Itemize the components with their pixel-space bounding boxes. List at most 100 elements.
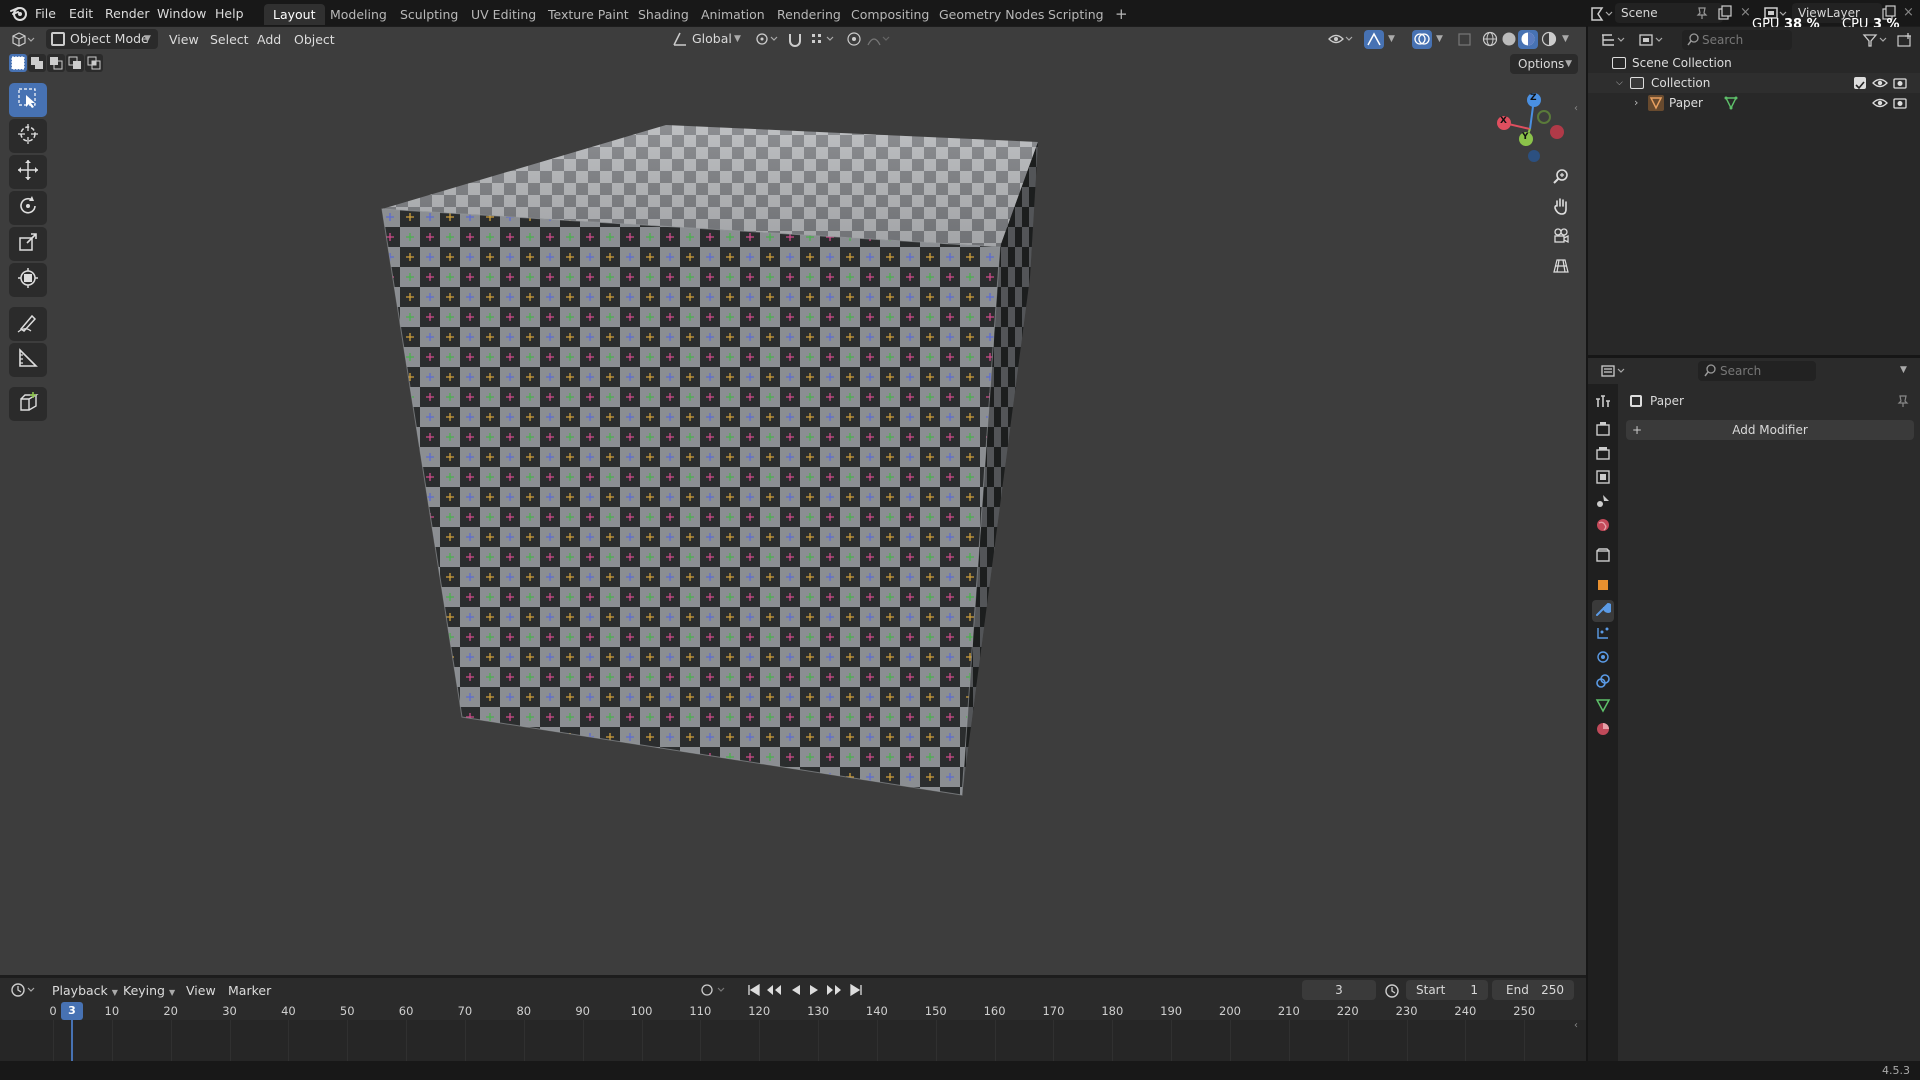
chevron-down-icon[interactable]: ▼ [1436,31,1443,48]
select-intersect-icon[interactable] [85,54,103,72]
tab-scene[interactable] [1592,492,1614,514]
orientation-dropdown[interactable]: Global ▼ [670,29,746,49]
menu-select[interactable]: Select [210,30,249,49]
display-mode-icon[interactable] [1638,32,1666,49]
play-icon[interactable] [807,983,821,1001]
tab-world[interactable] [1592,516,1614,538]
select-invert-icon[interactable] [66,54,84,72]
3d-viewport[interactable]: Object Mode ▼ View Select Add Object Glo… [0,27,1586,975]
snap-icon[interactable] [786,31,804,48]
pin-icon[interactable] [1896,394,1910,412]
visibility-icon[interactable] [1328,31,1354,48]
mesh-data-icon[interactable] [1724,96,1738,116]
exclude-checkbox[interactable] [1854,77,1866,90]
tab-output[interactable] [1592,444,1614,466]
scene-icon[interactable] [1588,4,1614,23]
tab-physics[interactable] [1592,648,1614,670]
annotate-tool[interactable] [9,307,47,341]
tab-animation[interactable]: Animation [692,4,774,25]
jump-start-icon[interactable] [747,983,761,1001]
menu-add[interactable]: Add [257,30,281,49]
measure-tool[interactable] [9,343,47,377]
rendered-shading-icon[interactable] [1540,31,1558,48]
tab-object[interactable] [1592,576,1614,598]
tab-particles[interactable] [1592,624,1614,646]
tab-rendering[interactable]: Rendering [768,4,850,25]
menu-view[interactable]: View [169,30,199,49]
menu-render[interactable]: Render [105,4,150,23]
gizmo-toggle-icon[interactable] [1364,30,1384,49]
tab-layout[interactable]: Layout [264,4,325,25]
new-collection-icon[interactable] [1896,32,1914,49]
timeline-sidebar-toggle-icon[interactable]: ‹ [1574,1020,1578,1031]
chevron-down-icon[interactable]: ▼ [1900,362,1907,379]
editor-type-icon[interactable] [10,31,36,48]
overlays-icon[interactable] [1412,30,1432,49]
add-modifier-button[interactable]: + Add Modifier [1626,420,1914,440]
transform-tool[interactable] [9,263,47,297]
frame-ruler[interactable]: 0 10 20 30 40 50 60 70 80 90 100 110 120 130 140 150 160… [0,1002,1586,1061]
tab-view-layer[interactable] [1592,468,1614,490]
chevron-down-icon[interactable]: ⌵ [1616,73,1623,93]
tab-constraints[interactable] [1592,672,1614,694]
start-frame-field[interactable]: Start 1 [1406,980,1488,1000]
camera-view-button[interactable] [1548,225,1574,251]
render-camera-icon[interactable] [1892,96,1908,116]
menu-object[interactable]: Object [294,30,335,49]
auto-keying-icon[interactable] [700,983,728,1002]
tab-data[interactable] [1592,696,1614,718]
filter-icon[interactable] [1862,32,1890,49]
tab-material[interactable] [1592,720,1614,742]
snap-target-icon[interactable] [810,31,838,48]
scale-tool[interactable] [9,227,47,261]
eye-icon[interactable] [1872,96,1888,116]
cursor-tool[interactable] [9,119,47,153]
menu-file[interactable]: File [35,4,56,23]
properties-editor-type-icon[interactable] [1600,363,1628,380]
tab-collection[interactable] [1592,546,1614,568]
delete-view-layer-icon[interactable]: × [1903,5,1914,20]
xray-icon[interactable] [1457,31,1473,48]
options-button[interactable]: Options ▼ [1510,54,1578,74]
outliner-search-field[interactable]: Search [1682,30,1792,50]
tab-geometry-nodes[interactable]: Geometry Nodes [930,4,1053,25]
current-frame-field[interactable]: 3 [1302,980,1376,1000]
zoom-button[interactable] [1548,165,1574,191]
rotate-tool[interactable] [9,191,47,225]
menu-keying[interactable]: Keying ▼ [123,981,175,1000]
menu-edit[interactable]: Edit [69,4,93,23]
mode-dropdown[interactable]: Object Mode ▼ [46,29,158,49]
new-scene-icon[interactable] [1717,5,1733,21]
tab-modifier[interactable] [1592,600,1614,622]
timeline-editor-type-icon[interactable] [10,982,38,999]
jump-end-icon[interactable] [849,983,863,1001]
select-box-tool[interactable] [9,83,47,117]
tab-texture-paint[interactable]: Texture Paint [539,4,638,25]
outliner-row-scene-collection[interactable]: Scene Collection [1588,53,1920,73]
proportional-edit-icon[interactable] [846,31,862,48]
playhead[interactable]: 3 [61,1002,83,1020]
add-workspace-button[interactable]: + [1106,4,1137,25]
navigation-gizmo[interactable]: Z X Y [1490,89,1570,169]
menu-marker[interactable]: Marker [228,981,271,1000]
pan-button[interactable] [1548,195,1574,221]
tab-scripting[interactable]: Scripting [1039,4,1113,25]
tab-uv-editing[interactable]: UV Editing [462,4,545,25]
chevron-down-icon[interactable]: ▼ [1388,31,1395,48]
select-extend-icon[interactable] [28,54,46,72]
pivot-icon[interactable] [754,31,780,48]
jump-keyframe-forward-icon[interactable] [825,983,843,1001]
end-frame-field[interactable]: End 250 [1492,980,1574,1000]
checker-cube[interactable] [0,27,1586,975]
outliner-editor-type-icon[interactable] [1600,32,1628,49]
outliner-row-collection[interactable]: ⌵ Collection [1588,73,1920,93]
chevron-right-icon[interactable]: › [1634,93,1638,113]
ortho-toggle-button[interactable] [1548,255,1574,281]
pin-icon[interactable] [1695,6,1709,20]
tab-tool[interactable] [1592,392,1614,414]
tab-compositing[interactable]: Compositing [842,4,938,25]
select-new-icon[interactable] [9,54,27,72]
menu-help[interactable]: Help [215,4,244,23]
tab-render[interactable] [1592,420,1614,442]
material-shading-icon[interactable] [1518,30,1538,49]
